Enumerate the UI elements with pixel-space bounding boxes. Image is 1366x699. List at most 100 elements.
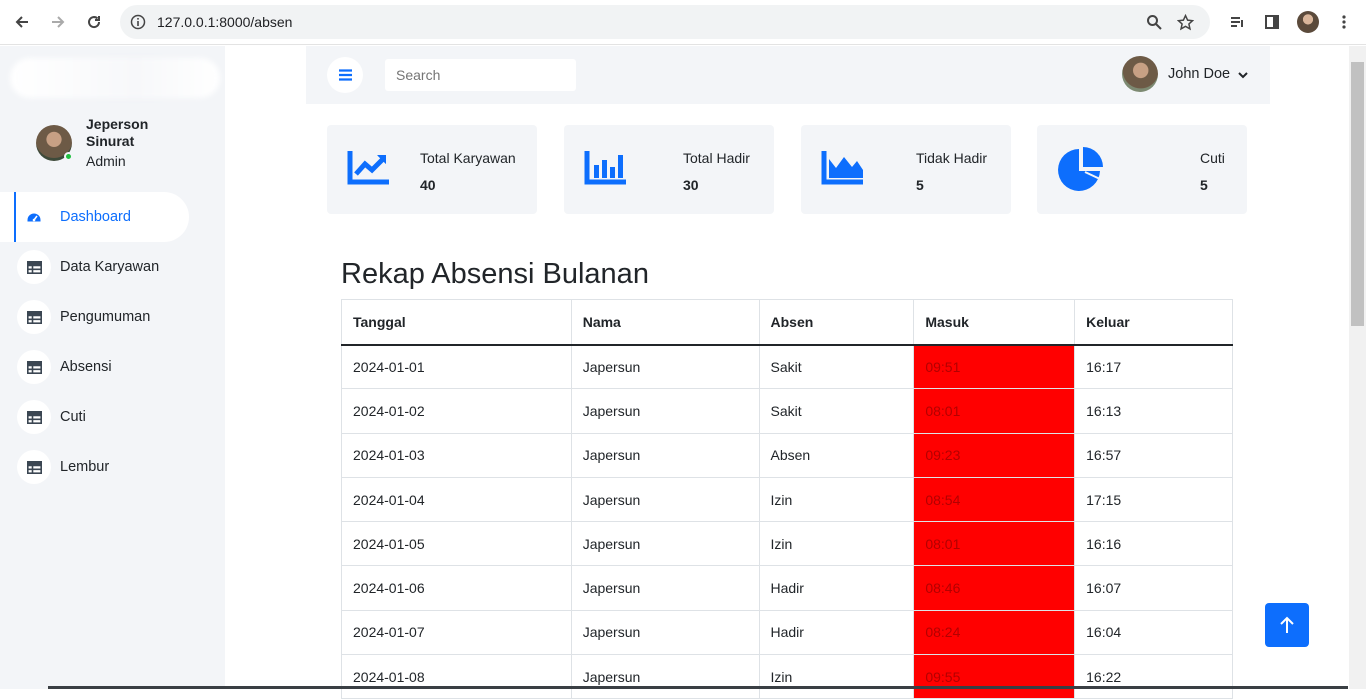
cell-tanggal: 2024-01-03 (341, 432, 572, 478)
column-header-masuk[interactable]: Masuk (913, 299, 1076, 346)
cell-masuk: 09:55 (913, 654, 1076, 699)
browser-toolbar: 127.0.0.1:8000/absen (0, 0, 1366, 45)
reload-icon[interactable] (82, 10, 106, 34)
cell-absen: Izin (758, 654, 915, 699)
sidebar-item-label: Data Karyawan (60, 259, 160, 275)
scrollbar-thumb[interactable] (1351, 62, 1364, 326)
cell-masuk: 09:51 (913, 343, 1076, 390)
bookmark-star-icon[interactable] (1176, 13, 1195, 36)
stat-label: Cuti (1200, 150, 1225, 166)
table-icon (17, 450, 51, 484)
cell-masuk: 08:01 (913, 388, 1076, 434)
cell-tanggal: 2024-01-05 (341, 521, 572, 567)
sidebar-profile: Jeperson Sinurat Admin (36, 116, 166, 169)
cell-masuk: 08:01 (913, 521, 1076, 567)
area-chart-icon (821, 147, 865, 192)
stat-label: Total Hadir (683, 150, 750, 166)
table-row: 2024-01-06 Japersun Hadir 08:46 16:07 (341, 565, 1233, 611)
sidebar-item-label: Dashboard (60, 209, 131, 225)
stat-card-total-karyawan: Total Karyawan 40 (327, 125, 537, 214)
side-panel-icon[interactable] (1260, 10, 1284, 34)
cell-absen: Absen (758, 432, 915, 478)
cell-masuk: 08:24 (913, 609, 1076, 656)
sidebar: Jeperson Sinurat Admin Dashboard Data Ka… (0, 46, 225, 689)
bar-chart-icon (584, 147, 628, 192)
cell-absen: Hadir (758, 565, 915, 611)
profile-avatar-icon[interactable] (1296, 10, 1320, 34)
cell-masuk: 09:23 (913, 432, 1076, 478)
online-status-dot (64, 152, 73, 161)
cell-tanggal: 2024-01-06 (341, 565, 572, 611)
table-row: 2024-01-02 Japersun Sakit 08:01 16:13 (341, 388, 1233, 434)
cell-masuk: 08:46 (913, 565, 1076, 611)
cell-absen: Sakit (758, 343, 915, 390)
column-header-keluar[interactable]: Keluar (1074, 299, 1233, 346)
avatar (36, 125, 73, 161)
user-menu[interactable]: John Doe (1122, 56, 1248, 92)
column-header-tanggal[interactable]: Tanggal (341, 299, 572, 346)
zoom-icon[interactable] (1146, 14, 1162, 35)
cell-keluar: 16:16 (1074, 521, 1233, 567)
table-icon (17, 250, 51, 284)
forward-icon[interactable] (46, 10, 70, 34)
back-to-top-button[interactable] (1265, 603, 1309, 647)
speedometer-icon (17, 200, 51, 234)
stat-label: Total Karyawan (420, 150, 516, 166)
cell-tanggal: 2024-01-02 (341, 388, 572, 434)
brand-logo[interactable] (10, 58, 220, 98)
cell-nama: Japersun (570, 476, 760, 523)
table-row: 2024-01-08 Japersun Izin 09:55 16:22 (341, 654, 1233, 699)
sidebar-item-label: Lembur (60, 459, 110, 475)
cell-tanggal: 2024-01-07 (341, 609, 572, 656)
user-name: John Doe (1168, 66, 1231, 82)
profile-name: Jeperson Sinurat (86, 116, 149, 149)
cell-nama: Japersun (570, 565, 760, 611)
sidebar-item-pengumuman[interactable]: Pengumuman (0, 292, 225, 342)
search-input[interactable] (385, 59, 576, 91)
cell-tanggal: 2024-01-04 (341, 476, 572, 523)
sidebar-item-dashboard[interactable]: Dashboard (0, 192, 189, 242)
hamburger-icon (338, 69, 352, 81)
stat-value: 5 (916, 177, 924, 193)
stat-value: 30 (683, 177, 699, 193)
table-row: 2024-01-03 Japersun Absen 09:23 16:57 (341, 432, 1233, 478)
profile-role: Admin (86, 153, 126, 169)
chevron-down-icon (1238, 66, 1248, 84)
cell-keluar: 16:57 (1074, 432, 1233, 478)
sidebar-item-absensi[interactable]: Absensi (0, 342, 225, 392)
cell-keluar: 16:13 (1074, 388, 1233, 434)
cell-keluar: 16:04 (1074, 609, 1233, 656)
cell-absen: Izin (758, 476, 915, 523)
cell-nama: Japersun (570, 388, 760, 434)
sidebar-item-label: Absensi (60, 359, 112, 375)
table-row: 2024-01-04 Japersun Izin 08:54 17:15 (341, 476, 1233, 523)
stat-value: 5 (1200, 177, 1208, 193)
column-header-absen[interactable]: Absen (758, 299, 915, 346)
cell-nama: Japersun (570, 343, 760, 390)
table-icon (17, 400, 51, 434)
sidebar-item-cuti[interactable]: Cuti (0, 392, 225, 442)
cell-nama: Japersun (570, 609, 760, 656)
table-icon (17, 350, 51, 384)
url-text[interactable]: 127.0.0.1:8000/absen (157, 14, 292, 30)
back-icon[interactable] (10, 10, 34, 34)
cell-keluar: 17:15 (1074, 476, 1233, 523)
sidebar-toggle-button[interactable] (327, 57, 363, 93)
cell-keluar: 16:22 (1074, 654, 1233, 699)
cell-absen: Izin (758, 521, 915, 567)
stat-card-cuti: Cuti 5 (1037, 125, 1247, 214)
sidebar-item-label: Cuti (60, 409, 86, 425)
site-info-icon[interactable] (130, 14, 146, 35)
reading-list-icon[interactable] (1225, 10, 1249, 34)
cell-nama: Japersun (570, 521, 760, 567)
stat-value: 40 (420, 177, 436, 193)
menu-kebab-icon[interactable] (1332, 10, 1356, 34)
cell-keluar: 16:07 (1074, 565, 1233, 611)
sidebar-item-lembur[interactable]: Lembur (0, 442, 225, 492)
page-title: Rekap Absensi Bulanan (341, 258, 649, 290)
page-scrollbar[interactable] (1349, 46, 1366, 689)
column-header-nama[interactable]: Nama (570, 299, 760, 346)
sidebar-item-data-karyawan[interactable]: Data Karyawan (0, 242, 225, 292)
address-bar[interactable]: 127.0.0.1:8000/absen (120, 5, 1210, 39)
top-navbar: John Doe (306, 46, 1270, 104)
